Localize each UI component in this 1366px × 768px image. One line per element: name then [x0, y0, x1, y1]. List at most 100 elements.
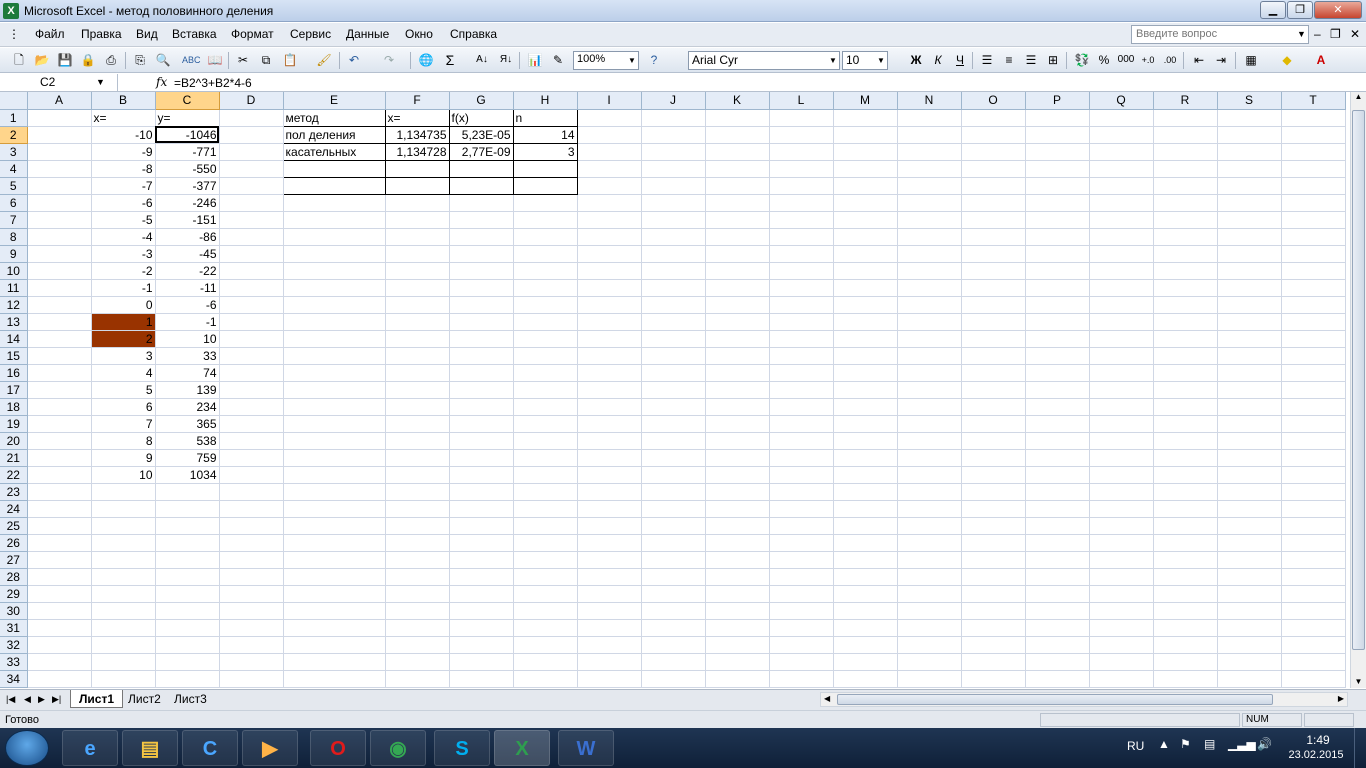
cell-t7[interactable] — [1281, 211, 1346, 229]
menu-file[interactable]: Файл — [35, 27, 65, 41]
cell-h13[interactable] — [513, 313, 578, 331]
row-header[interactable]: 26 — [0, 534, 28, 552]
cell-m25[interactable] — [833, 517, 898, 535]
cell-p10[interactable] — [1025, 262, 1090, 280]
cell-o9[interactable] — [961, 245, 1026, 263]
row-header[interactable]: 27 — [0, 551, 28, 569]
redo-icon[interactable]: ↷ — [380, 51, 398, 69]
cell-n34[interactable] — [897, 670, 962, 688]
cell-t33[interactable] — [1281, 653, 1346, 671]
cell-q20[interactable] — [1089, 432, 1154, 450]
cell-o13[interactable] — [961, 313, 1026, 331]
cell-m4[interactable] — [833, 160, 898, 178]
cell-e17[interactable] — [283, 381, 386, 399]
cell-j7[interactable] — [641, 211, 706, 229]
cell-g18[interactable] — [449, 398, 514, 416]
cell-g16[interactable] — [449, 364, 514, 382]
cell-r20[interactable] — [1153, 432, 1218, 450]
chart-wizard-icon[interactable]: 📊 — [526, 51, 544, 69]
cell-p32[interactable] — [1025, 636, 1090, 654]
fill-color-icon[interactable]: ◆ — [1278, 51, 1296, 69]
cell-s7[interactable] — [1217, 211, 1282, 229]
cell-l26[interactable] — [769, 534, 834, 552]
cell-c33[interactable] — [155, 653, 220, 671]
row-header[interactable]: 15 — [0, 347, 28, 365]
cell-b24[interactable] — [91, 500, 156, 518]
row-header[interactable]: 18 — [0, 398, 28, 416]
cell-e8[interactable] — [283, 228, 386, 246]
cell-l30[interactable] — [769, 602, 834, 620]
cell-j33[interactable] — [641, 653, 706, 671]
cell-b2[interactable]: -10 — [91, 126, 156, 144]
cell-j34[interactable] — [641, 670, 706, 688]
cell-h2[interactable]: 14 — [512, 125, 578, 144]
cell-l4[interactable] — [769, 160, 834, 178]
cell-l1[interactable] — [769, 109, 834, 127]
cell-j30[interactable] — [641, 602, 706, 620]
cell-h1[interactable]: n — [512, 108, 578, 127]
cell-e21[interactable] — [283, 449, 386, 467]
cell-t31[interactable] — [1281, 619, 1346, 637]
cell-t15[interactable] — [1281, 347, 1346, 365]
cell-d24[interactable] — [219, 500, 284, 518]
cell-p1[interactable] — [1025, 109, 1090, 127]
cell-b23[interactable] — [91, 483, 156, 501]
row-header[interactable]: 9 — [0, 245, 28, 263]
cell-a9[interactable] — [27, 245, 92, 263]
cell-k17[interactable] — [705, 381, 770, 399]
cell-i8[interactable] — [577, 228, 642, 246]
cell-j26[interactable] — [641, 534, 706, 552]
cell-r21[interactable] — [1153, 449, 1218, 467]
cell-i11[interactable] — [577, 279, 642, 297]
cell-i2[interactable] — [577, 126, 642, 144]
cell-a19[interactable] — [27, 415, 92, 433]
row-header[interactable]: 29 — [0, 585, 28, 603]
column-header-b[interactable]: B — [91, 92, 156, 110]
cell-e11[interactable] — [283, 279, 386, 297]
cell-r16[interactable] — [1153, 364, 1218, 382]
cell-s32[interactable] — [1217, 636, 1282, 654]
cell-j20[interactable] — [641, 432, 706, 450]
cell-t25[interactable] — [1281, 517, 1346, 535]
close-button[interactable]: ✕ — [1314, 1, 1362, 19]
menu-insert[interactable]: Вставка — [172, 27, 217, 41]
row-header[interactable]: 19 — [0, 415, 28, 433]
menu-data[interactable]: Данные — [346, 27, 389, 41]
cell-d28[interactable] — [219, 568, 284, 586]
cell-k28[interactable] — [705, 568, 770, 586]
cell-r5[interactable] — [1153, 177, 1218, 195]
currency-icon[interactable]: 💱 — [1073, 51, 1091, 69]
column-header-r[interactable]: R — [1153, 92, 1218, 110]
horizontal-scroll-thumb[interactable] — [837, 694, 1273, 705]
cell-h3[interactable]: 3 — [512, 142, 578, 161]
cell-p18[interactable] — [1025, 398, 1090, 416]
cell-f25[interactable] — [385, 517, 450, 535]
media-player-icon[interactable]: ▶ — [242, 730, 298, 766]
cell-j31[interactable] — [641, 619, 706, 637]
cell-r22[interactable] — [1153, 466, 1218, 484]
cell-q5[interactable] — [1089, 177, 1154, 195]
cell-f9[interactable] — [385, 245, 450, 263]
cell-p31[interactable] — [1025, 619, 1090, 637]
cell-e22[interactable] — [283, 466, 386, 484]
cell-a34[interactable] — [27, 670, 92, 688]
cell-o8[interactable] — [961, 228, 1026, 246]
cell-g20[interactable] — [449, 432, 514, 450]
cell-l9[interactable] — [769, 245, 834, 263]
cell-s22[interactable] — [1217, 466, 1282, 484]
permission-icon[interactable]: 🔒 — [79, 51, 97, 69]
excel-icon[interactable]: X — [494, 730, 550, 766]
cell-m24[interactable] — [833, 500, 898, 518]
cell-f29[interactable] — [385, 585, 450, 603]
cell-j1[interactable] — [641, 109, 706, 127]
cell-n31[interactable] — [897, 619, 962, 637]
cell-q17[interactable] — [1089, 381, 1154, 399]
cell-p24[interactable] — [1025, 500, 1090, 518]
cell-t10[interactable] — [1281, 262, 1346, 280]
cell-e15[interactable] — [283, 347, 386, 365]
cell-t22[interactable] — [1281, 466, 1346, 484]
cell-s11[interactable] — [1217, 279, 1282, 297]
autosum-icon[interactable]: Σ — [441, 51, 459, 69]
cell-o32[interactable] — [961, 636, 1026, 654]
cell-o23[interactable] — [961, 483, 1026, 501]
